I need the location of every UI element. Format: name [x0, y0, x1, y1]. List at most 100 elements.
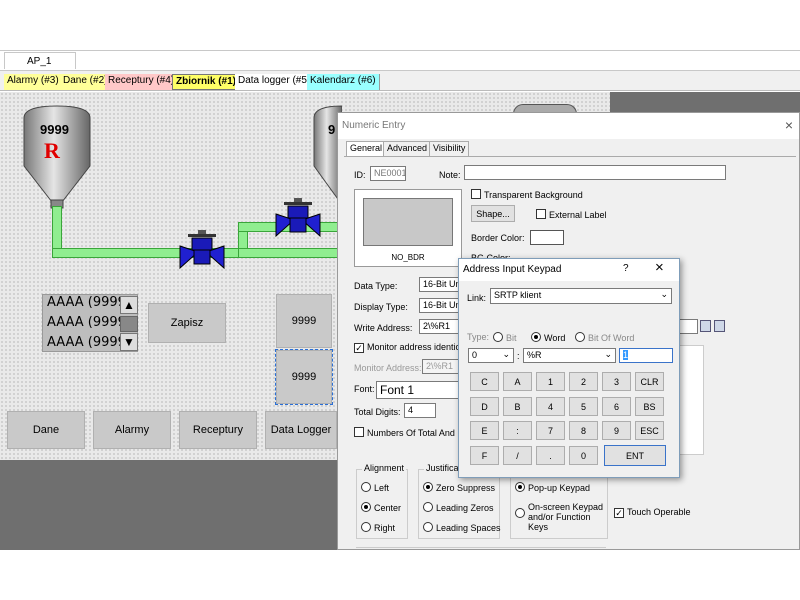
chevron-down-icon: ⌄ — [604, 349, 612, 359]
key-9[interactable]: 9 — [602, 421, 631, 440]
key-d[interactable]: D — [470, 397, 499, 416]
numeric-display-1[interactable]: 9999 — [276, 294, 332, 348]
popup-keypad-radio[interactable]: Pop-up Keypad — [515, 482, 590, 493]
close-icon[interactable]: × — [785, 117, 793, 133]
align-left-radio[interactable]: Left — [361, 482, 389, 493]
numbers-of-total-checkbox[interactable]: Numbers Of Total And Fra — [354, 427, 471, 438]
display-type-label: Display Type: — [354, 302, 408, 312]
key-dot[interactable]: . — [536, 446, 565, 465]
pipe-horizontal-3 — [238, 248, 338, 258]
top-separator — [0, 50, 800, 51]
key-3[interactable]: 3 — [602, 372, 631, 391]
key-6[interactable]: 6 — [602, 397, 631, 416]
help-icon[interactable]: ? — [623, 263, 629, 274]
numeric-display-2-selected[interactable]: 9999 — [275, 349, 333, 405]
touch-operable-checkbox[interactable]: ✓ Touch Operable — [614, 507, 691, 518]
display-type-select[interactable]: 16-Bit Uns — [419, 298, 459, 313]
font-select[interactable]: Font 1 — [376, 381, 460, 399]
station-value: 0 — [472, 350, 478, 360]
key-slash[interactable]: / — [503, 446, 532, 465]
keypad-group: Pop-up Keypad On-screen Keypad and/or Fu… — [510, 469, 608, 539]
tab-dane[interactable]: Dane (#2) — [60, 74, 112, 90]
tab-receptury[interactable]: Receptury (#4) — [105, 74, 179, 90]
save-button[interactable]: Zapisz — [148, 303, 226, 343]
key-e[interactable]: E — [470, 421, 499, 440]
key-1[interactable]: 1 — [536, 372, 565, 391]
total-digits-label: Total Digits: — [354, 407, 401, 417]
write-address-field-tail[interactable] — [678, 319, 698, 334]
key-7[interactable]: 7 — [536, 421, 565, 440]
tab-kalendarz[interactable]: Kalendarz (#6) — [307, 74, 380, 90]
address-input-keypad-dialog: Address Input Keypad ? × Link: SRTP klie… — [458, 258, 680, 478]
type-word-radio[interactable]: Word — [531, 332, 565, 343]
link-select-value: SRTP klient — [494, 290, 542, 300]
valve-1-icon[interactable] — [178, 228, 226, 272]
nav-button-alarmy[interactable]: Alarmy — [93, 411, 171, 449]
chevron-down-icon: ⌄ — [660, 289, 668, 299]
tab-advanced[interactable]: Advanced — [383, 141, 432, 156]
tab-zbiornik[interactable]: Zbiornik (#1) — [172, 74, 241, 90]
type-bit-of-word-radio[interactable]: Bit Of Word — [575, 332, 634, 343]
key-clr[interactable]: CLR — [635, 372, 664, 391]
key-4[interactable]: 4 — [536, 397, 565, 416]
keypad-close-icon[interactable]: × — [655, 259, 664, 276]
tank-1-letter: R — [44, 138, 60, 163]
key-5[interactable]: 5 — [569, 397, 598, 416]
zero-suppress-radio[interactable]: Zero Suppress — [423, 482, 495, 493]
leading-spaces-radio[interactable]: Leading Spaces — [423, 522, 501, 533]
tab-visibility[interactable]: Visibility — [429, 141, 470, 156]
key-colon[interactable]: : — [503, 421, 532, 440]
valve-2-icon[interactable] — [274, 196, 322, 240]
station-select[interactable]: 0 ⌄ — [468, 348, 514, 363]
tank-2-value: 9 — [328, 122, 336, 137]
key-bs[interactable]: BS — [635, 397, 664, 416]
align-right-radio[interactable]: Right — [361, 522, 395, 533]
key-8[interactable]: 8 — [569, 421, 598, 440]
total-digits-stepper[interactable]: 4 — [404, 403, 436, 418]
key-0[interactable]: 0 — [569, 446, 598, 465]
id-label: ID: — [354, 170, 366, 180]
onscreen-keypad-radio[interactable]: On-screen Keypad and/or Function Keys — [515, 502, 605, 532]
monitor-identical-checkbox[interactable]: ✓ Monitor address identical — [354, 342, 467, 353]
note-label: Note: — [439, 170, 461, 180]
transparent-bg-checkbox[interactable]: Transparent Background — [471, 189, 583, 200]
align-center-radio[interactable]: Center — [361, 502, 401, 513]
bottom-divider — [356, 547, 606, 548]
key-2[interactable]: 2 — [569, 372, 598, 391]
note-field[interactable] — [464, 165, 726, 180]
key-c[interactable]: C — [470, 372, 499, 391]
border-color-picker[interactable] — [530, 230, 564, 245]
link-select[interactable]: SRTP klient ⌄ — [490, 288, 672, 304]
tab-general[interactable]: General — [346, 141, 387, 156]
border-color-label: Border Color: — [471, 233, 525, 243]
nav-button-receptury[interactable]: Receptury — [179, 411, 257, 449]
key-esc[interactable]: ESC — [635, 421, 664, 440]
scroll-down-icon[interactable]: ▼ — [120, 333, 138, 351]
register-select[interactable]: %R ⌄ — [523, 348, 616, 363]
address-keypad-icon[interactable] — [700, 320, 711, 332]
scroll-up-icon[interactable]: ▲ — [120, 296, 138, 314]
key-b[interactable]: B — [503, 397, 532, 416]
tab-alarmy[interactable]: Alarmy (#3) — [4, 74, 63, 90]
colon-separator: : — [517, 351, 520, 361]
write-address-field[interactable]: 2\%R1 — [419, 319, 459, 334]
tab-data-logger[interactable]: Data logger (#5) — [235, 74, 315, 90]
key-a[interactable]: A — [503, 372, 532, 391]
address-input[interactable]: 1 — [619, 348, 673, 363]
external-label-checkbox[interactable]: External Label — [536, 209, 607, 220]
leading-zeros-radio[interactable]: Leading Zeros — [423, 502, 494, 513]
screen-tab-bar: Alarmy (#3) Dane (#2) Receptury (#4) Zbi… — [0, 70, 800, 91]
font-label: Font: — [354, 384, 375, 394]
shape-button[interactable]: Shape... — [471, 205, 515, 222]
type-bit-radio[interactable]: Bit — [493, 332, 517, 343]
address-value: 1 — [623, 350, 629, 360]
nav-button-dane[interactable]: Dane — [7, 411, 85, 449]
key-f[interactable]: F — [470, 446, 499, 465]
type-label: Type: — [467, 332, 490, 342]
nav-button-data-logger[interactable]: Data Logger — [265, 411, 337, 449]
key-ent[interactable]: ENT — [604, 445, 666, 466]
data-type-select[interactable]: 16-Bit Uns — [419, 277, 459, 292]
address-lock-icon[interactable] — [714, 320, 725, 332]
scroll-thumb[interactable] — [120, 316, 138, 332]
document-tab[interactable]: AP_1 — [4, 52, 76, 69]
